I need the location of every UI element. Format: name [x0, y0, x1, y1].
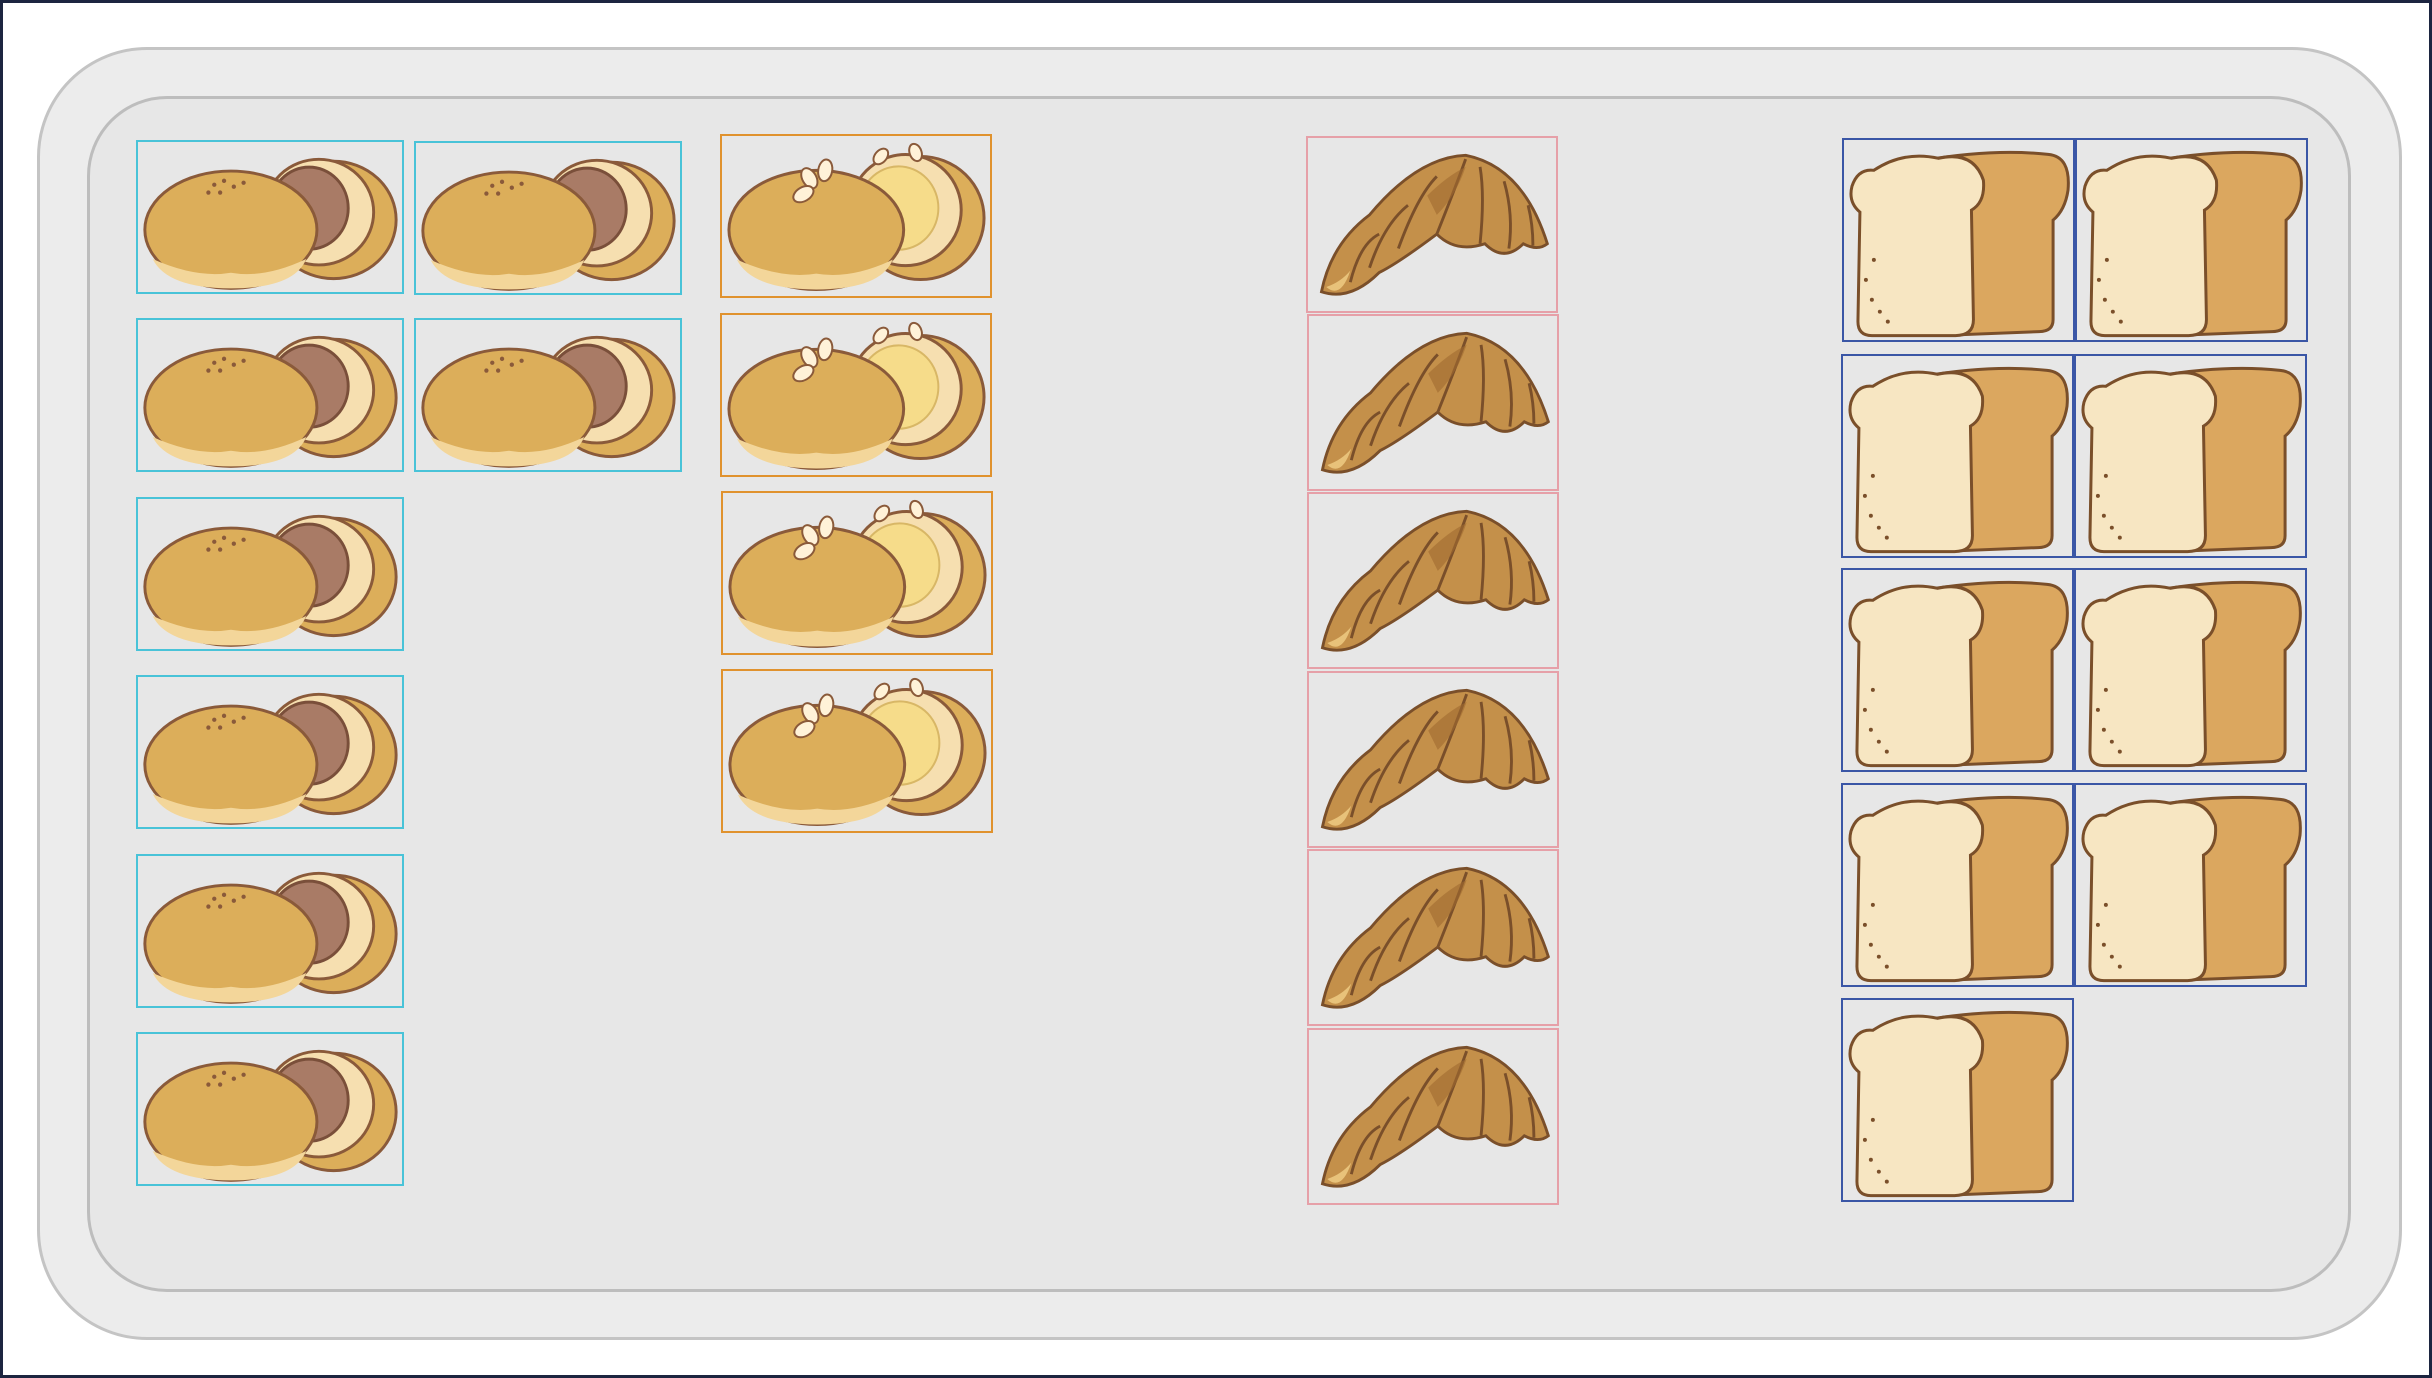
croissant-item	[1307, 1028, 1559, 1205]
bread-loave-item	[1841, 354, 2074, 558]
bread-loave-item	[2074, 354, 2307, 558]
bean-paste-bun-item	[136, 318, 404, 472]
cream-bun-item	[721, 491, 993, 655]
croissant-icon	[1320, 509, 1551, 652]
croissant-item	[1307, 671, 1559, 848]
bread-loaf-icon	[1848, 366, 2069, 554]
croissant-icon	[1320, 1045, 1551, 1188]
bean-paste-bun-icon	[143, 514, 398, 647]
croissant-icon	[1320, 866, 1551, 1009]
bean-paste-bun-icon	[421, 335, 676, 468]
bread-loaf-icon	[1848, 795, 2069, 983]
cream-bun-icon	[727, 321, 986, 470]
bread-loave-item	[1842, 138, 2075, 342]
croissant-item	[1307, 314, 1559, 491]
bread-loave-item	[2074, 783, 2307, 987]
bean-paste-bun-item	[136, 140, 404, 294]
bread-loaf-icon	[1849, 150, 2070, 338]
croissant-item	[1307, 492, 1559, 669]
bread-loaf-icon	[1848, 580, 2069, 768]
bean-paste-bun-item	[136, 1032, 404, 1186]
bread-loaf-icon	[2082, 150, 2303, 338]
bread-loaf-icon	[2081, 580, 2302, 768]
bread-loave-item	[2075, 138, 2308, 342]
bread-loave-item	[2074, 568, 2307, 772]
bread-loaf-icon	[1848, 1010, 2069, 1198]
croissant-item	[1306, 136, 1558, 313]
cream-bun-item	[720, 313, 992, 477]
cream-bun-item	[720, 134, 992, 298]
bread-loave-item	[1841, 568, 2074, 772]
croissant-icon	[1319, 153, 1550, 296]
bean-paste-bun-item	[136, 675, 404, 829]
croissant-icon	[1320, 688, 1551, 831]
cream-bun-icon	[728, 677, 987, 826]
bread-loaf-icon	[2081, 366, 2302, 554]
cream-bun-icon	[728, 499, 987, 648]
bean-paste-bun-icon	[143, 871, 398, 1004]
bread-loave-item	[1841, 783, 2074, 987]
bean-paste-bun-item	[136, 854, 404, 1008]
bean-paste-bun-icon	[143, 692, 398, 825]
bean-paste-bun-icon	[143, 157, 398, 290]
bean-paste-bun-icon	[421, 158, 676, 291]
bean-paste-bun-icon	[143, 1049, 398, 1182]
bean-paste-bun-item	[136, 497, 404, 651]
bean-paste-bun-item	[414, 141, 682, 295]
bean-paste-bun-item	[414, 318, 682, 472]
bread-loave-item	[1841, 998, 2074, 1202]
croissant-item	[1307, 849, 1559, 1026]
bread-loaf-icon	[2081, 795, 2302, 983]
croissant-icon	[1320, 331, 1551, 474]
cream-bun-item	[721, 669, 993, 833]
cream-bun-icon	[727, 142, 986, 291]
bean-paste-bun-icon	[143, 335, 398, 468]
